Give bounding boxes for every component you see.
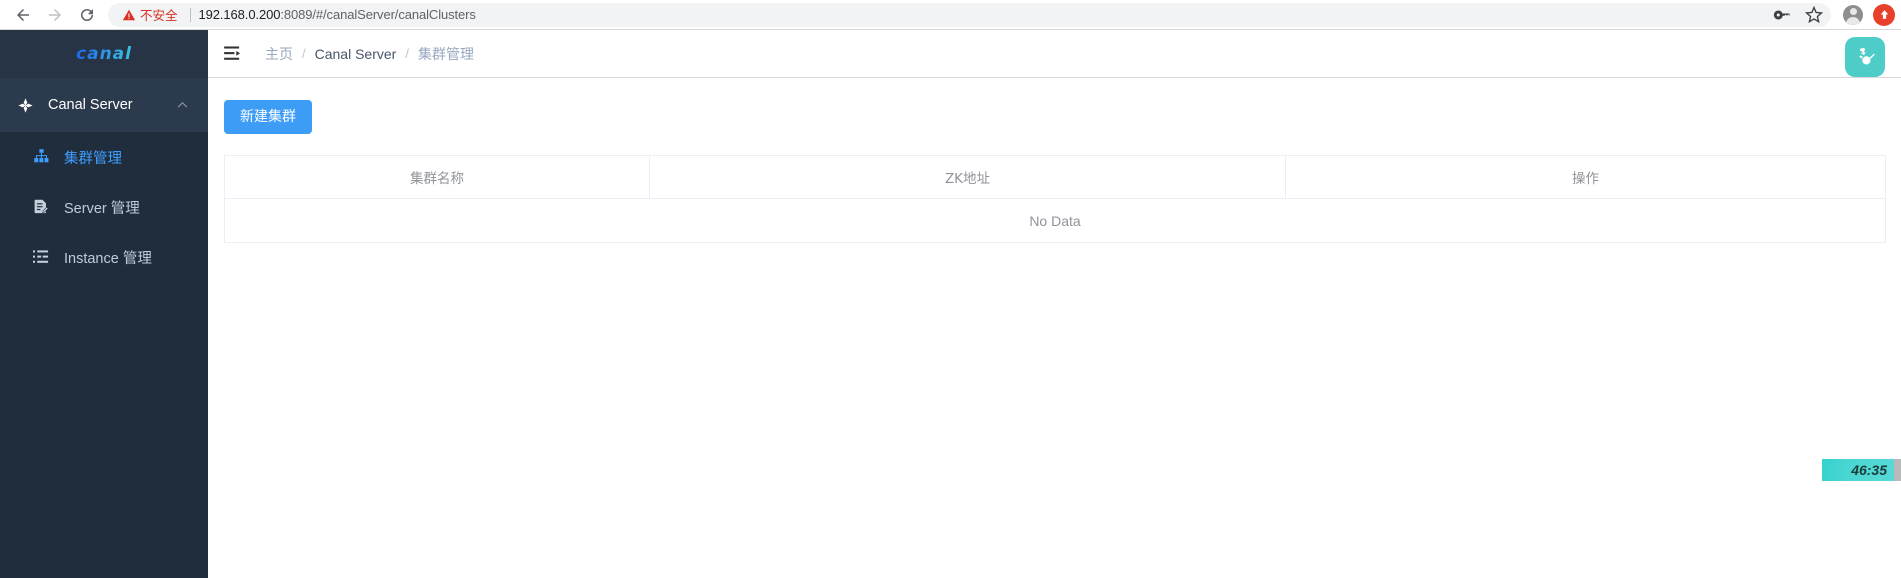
- omnibox-divider: [189, 7, 191, 22]
- reload-icon: [81, 8, 93, 21]
- column-header-cluster-name: 集群名称: [224, 155, 650, 199]
- breadcrumb-item-current: 集群管理: [417, 45, 474, 62]
- browser-toolbar: 不安全 192.168.0.200:8089/#/canalServer/can…: [0, 0, 1901, 30]
- sitemap-icon: [30, 149, 52, 165]
- column-header-actions: 操作: [1285, 155, 1886, 199]
- url-text: 192.168.0.200:8089/#/canalServer/canalCl…: [199, 7, 476, 22]
- sidebar-item-instance-management[interactable]: Instance 管理: [0, 232, 208, 282]
- sidebar-item-label: Server 管理: [64, 200, 140, 217]
- empty-state-text: No Data: [224, 198, 1886, 243]
- canal-admin-app: canal Canal Server 集群管理 Server 管理 Instan…: [0, 30, 1901, 578]
- sidebar: canal Canal Server 集群管理 Server 管理 Instan…: [0, 30, 208, 578]
- hamburger-collapse-icon[interactable]: [224, 46, 243, 61]
- table-head: 集群名称 ZK地址 操作: [224, 155, 1886, 199]
- compass-icon: [14, 97, 36, 114]
- omnibox-actions: [1773, 3, 1823, 27]
- password-key-icon[interactable]: [1773, 6, 1791, 24]
- forward-button[interactable]: [40, 1, 70, 29]
- back-arrow-icon: [17, 8, 29, 21]
- breadcrumb-item-canal-server[interactable]: Canal Server: [315, 46, 397, 62]
- mascot-badge-button[interactable]: [1845, 37, 1885, 77]
- browser-profile-area: [1843, 3, 1901, 26]
- recording-timer-text: 46:35: [1851, 462, 1887, 478]
- avatar[interactable]: [1843, 4, 1863, 25]
- canal-logo: canal: [76, 44, 132, 64]
- sidebar-group-canal-server[interactable]: Canal Server: [0, 78, 208, 132]
- table-header-row: 集群名称 ZK地址 操作: [224, 155, 1886, 199]
- security-status-chip[interactable]: 不安全: [118, 5, 182, 24]
- sidebar-item-server-management[interactable]: Server 管理: [0, 182, 208, 232]
- breadcrumb-item-home[interactable]: 主页: [265, 44, 293, 64]
- address-bar[interactable]: 不安全 192.168.0.200:8089/#/canalServer/can…: [108, 2, 1831, 27]
- chevron-up-icon: [177, 100, 188, 111]
- mascot-icon: [1859, 48, 1875, 65]
- column-header-zk-address: ZK地址: [649, 155, 1286, 199]
- warning-triangle-icon: [122, 9, 136, 20]
- url-path: :8089/#/canalServer/canalClusters: [280, 7, 476, 22]
- update-arrow-icon: [1880, 10, 1888, 19]
- back-button[interactable]: [8, 1, 38, 29]
- sidebar-item-cluster-management[interactable]: 集群管理: [0, 132, 208, 182]
- document-edit-icon: [30, 199, 52, 216]
- breadcrumb-separator: /: [405, 46, 409, 61]
- clusters-table: 集群名称 ZK地址 操作 No Data: [224, 155, 1886, 243]
- brand-logo-area: canal: [0, 30, 208, 78]
- recording-timer-overlay: 46:35: [1822, 459, 1901, 481]
- star-icon[interactable]: [1805, 5, 1823, 24]
- main-content: 主页 / Canal Server / 集群管理 新建集群 集群名称 ZK地址 …: [208, 30, 1901, 578]
- breadcrumb-separator: /: [302, 46, 306, 61]
- reload-button[interactable]: [72, 1, 102, 29]
- sidebar-group-label: Canal Server: [48, 97, 133, 113]
- security-status-text: 不安全: [140, 8, 178, 23]
- update-available-button[interactable]: [1873, 3, 1895, 26]
- sidebar-item-label: 集群管理: [64, 150, 122, 167]
- browser-nav-buttons: [0, 1, 102, 29]
- forward-arrow-icon: [49, 8, 61, 21]
- list-table-icon: [30, 249, 52, 265]
- breadcrumb: 主页 / Canal Server / 集群管理: [265, 44, 474, 64]
- table-empty-row: No Data: [224, 198, 1886, 243]
- sidebar-item-label: Instance 管理: [64, 250, 152, 267]
- url-host: 192.168.0.200: [198, 7, 281, 22]
- table-body: No Data: [224, 198, 1886, 243]
- new-cluster-button[interactable]: 新建集群: [224, 100, 312, 134]
- top-header: 主页 / Canal Server / 集群管理: [208, 30, 1901, 78]
- page-body: 新建集群 集群名称 ZK地址 操作 No Data 46:35: [208, 78, 1901, 481]
